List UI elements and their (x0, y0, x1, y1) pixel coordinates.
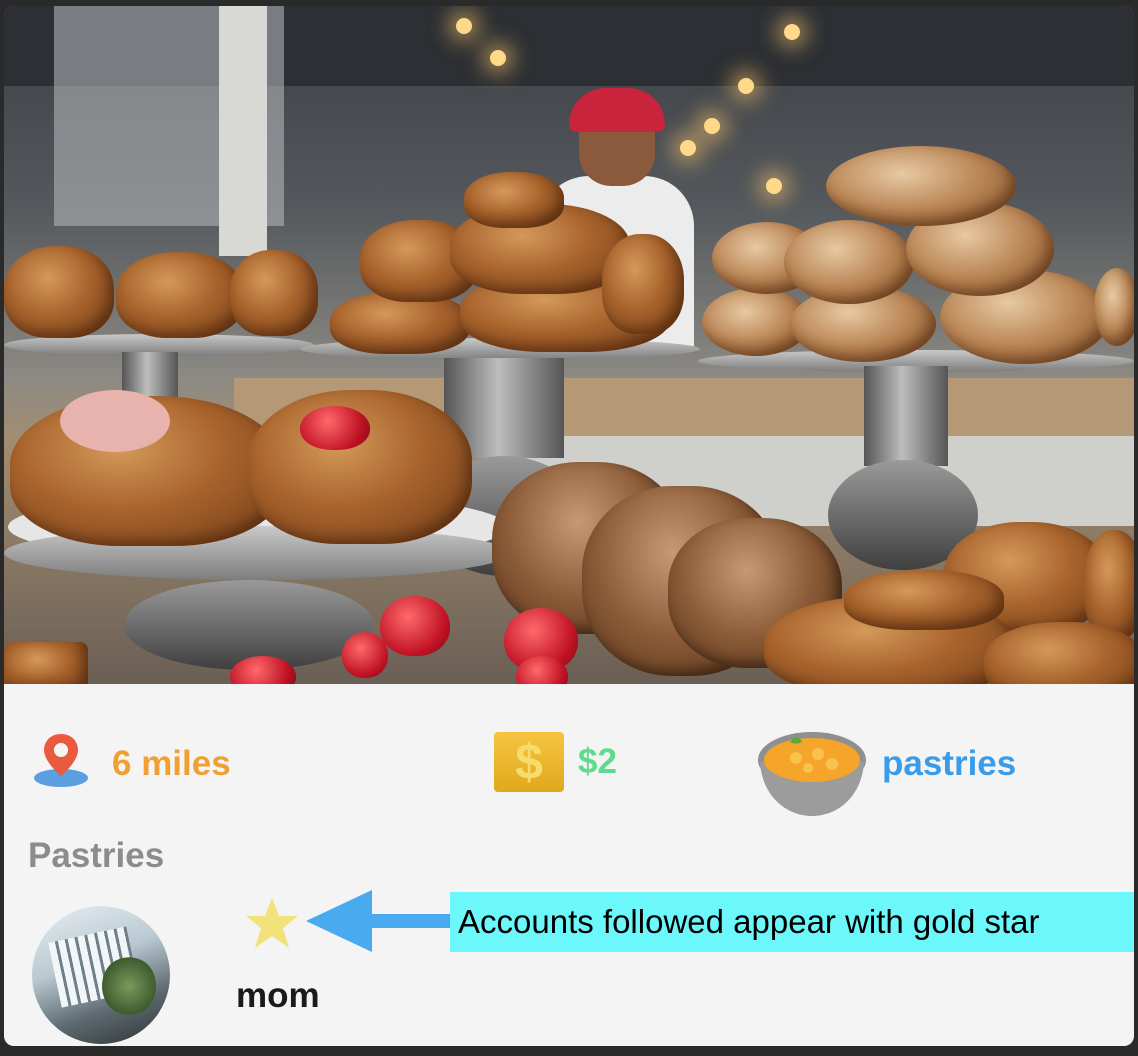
distance-label: 6 miles (112, 744, 231, 783)
account-avatar[interactable] (32, 906, 170, 1044)
section-title: Pastries (28, 836, 165, 875)
category-label: pastries (882, 744, 1017, 783)
account-username[interactable]: mom (236, 976, 320, 1016)
map-pin-icon (34, 734, 88, 787)
listing-info-row: 6 miles $ $2 pastries (4, 706, 1134, 816)
hero-photo (4, 6, 1134, 684)
listing-card[interactable]: 6 miles $ $2 pastries Pastries Accounts … (4, 6, 1134, 1046)
dollar-icon: $ (494, 732, 564, 792)
star-icon (246, 898, 298, 948)
annotation-callout: Accounts followed appear with gold star (450, 892, 1134, 952)
price-label: $2 (578, 742, 617, 781)
arrow-left-icon (306, 890, 452, 952)
bowl-icon (758, 732, 866, 816)
